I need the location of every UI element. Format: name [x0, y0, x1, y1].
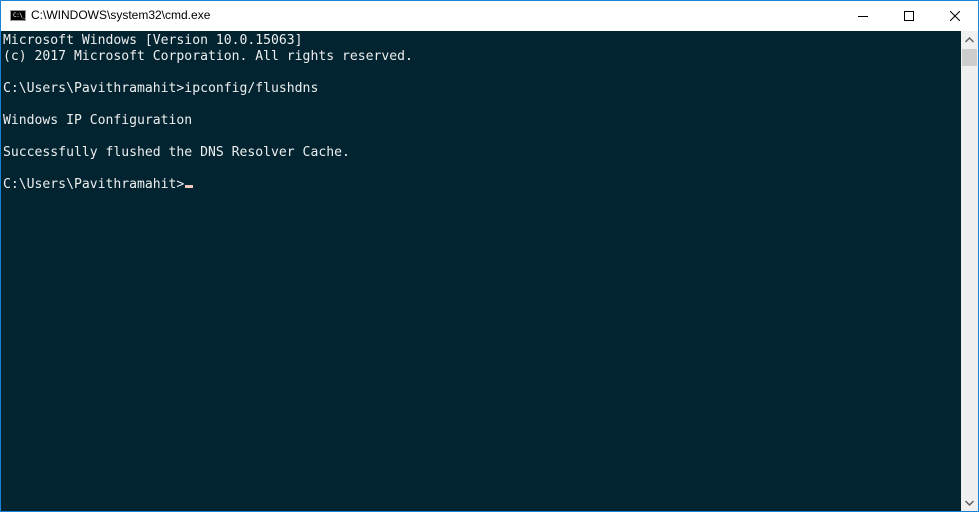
- maximize-button[interactable]: [886, 1, 932, 31]
- scroll-thumb[interactable]: [962, 49, 977, 66]
- cmd-window: C:\_ C:\WINDOWS\system32\cmd.exe Microso…: [0, 0, 979, 512]
- console-line: Microsoft Windows [Version 10.0.15063]: [3, 33, 303, 48]
- window-title: C:\WINDOWS\system32\cmd.exe: [31, 8, 211, 22]
- scroll-down-button[interactable]: [961, 494, 978, 511]
- vertical-scrollbar[interactable]: [961, 31, 978, 511]
- cmd-icon[interactable]: C:\_: [10, 10, 26, 21]
- console-output[interactable]: Microsoft Windows [Version 10.0.15063] (…: [1, 31, 961, 511]
- prompt-line[interactable]: C:\Users\Pavithramahit>: [3, 177, 194, 193]
- scroll-up-button[interactable]: [961, 31, 978, 48]
- text-cursor: [185, 185, 194, 188]
- console-line: Windows IP Configuration: [3, 113, 193, 128]
- maximize-icon: [904, 11, 914, 21]
- minimize-icon: [858, 16, 868, 17]
- chevron-down-icon: [965, 499, 974, 506]
- console-line: (c) 2017 Microsoft Corporation. All righ…: [3, 49, 413, 64]
- chevron-up-icon: [965, 36, 974, 43]
- console-line: Successfully flushed the DNS Resolver Ca…: [3, 145, 350, 160]
- title-bar[interactable]: C:\_ C:\WINDOWS\system32\cmd.exe: [1, 1, 978, 31]
- prompt-text: C:\Users\Pavithramahit>: [3, 177, 185, 192]
- console-line: C:\Users\Pavithramahit>ipconfig/flushdns: [3, 81, 319, 96]
- close-icon: [950, 11, 960, 21]
- close-button[interactable]: [932, 1, 978, 31]
- minimize-button[interactable]: [840, 1, 886, 31]
